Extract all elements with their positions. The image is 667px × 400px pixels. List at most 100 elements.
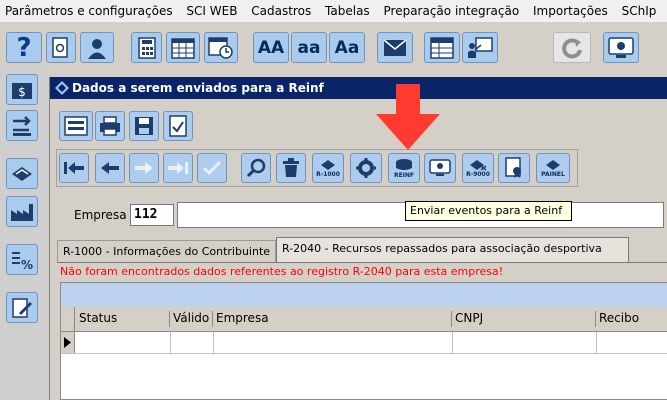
col-empresa[interactable]: Empresa bbox=[213, 311, 452, 327]
print-button[interactable] bbox=[95, 111, 125, 141]
first-arrow-icon bbox=[64, 162, 84, 174]
calculator-button[interactable] bbox=[131, 32, 162, 63]
edit-note-icon bbox=[12, 297, 32, 318]
refresh-icon bbox=[562, 37, 582, 58]
font-lowercase-button[interactable]: aa bbox=[291, 32, 327, 63]
menu-preparacao[interactable]: Preparação integração bbox=[379, 0, 525, 22]
reinf-window: Dados a serem enviados para a Reinf R-10… bbox=[49, 77, 667, 400]
spreadsheet-icon bbox=[430, 36, 454, 59]
side-sort-button[interactable] bbox=[6, 110, 38, 141]
spreadsheet-button[interactable] bbox=[424, 32, 460, 63]
left-arrow-icon bbox=[101, 162, 119, 174]
tab-r2040-label: R-2040 - Recursos repassados para associ… bbox=[282, 242, 602, 255]
money-folder-icon: $ bbox=[12, 82, 32, 99]
checkmark-icon bbox=[202, 160, 222, 176]
font-uppercase-button[interactable]: AA bbox=[253, 32, 289, 63]
user-settings-button[interactable] bbox=[80, 32, 114, 63]
r9000-button[interactable]: R-9000 bbox=[462, 153, 494, 183]
reinf-logo-icon bbox=[12, 166, 32, 181]
first-record-button[interactable] bbox=[59, 153, 89, 183]
error-message: Não foram encontrados dados referentes a… bbox=[60, 265, 504, 278]
printer-icon bbox=[100, 116, 120, 136]
calendar-clock-icon bbox=[208, 36, 233, 59]
tab-r1000[interactable]: R-1000 - Informações do Contribuinte bbox=[57, 240, 276, 262]
row-indicator bbox=[61, 332, 75, 353]
settings-button[interactable] bbox=[350, 153, 382, 183]
r1000-label: R-1000 bbox=[316, 170, 340, 178]
search-button[interactable] bbox=[241, 153, 271, 183]
font-titlecase-label: Aa bbox=[334, 37, 360, 58]
menu-cadastros[interactable]: Cadastros bbox=[246, 0, 316, 22]
monitor-icon bbox=[429, 159, 451, 176]
svg-text:$: $ bbox=[18, 85, 26, 99]
certificate-icon bbox=[505, 157, 521, 178]
menu-parametros[interactable]: Parâmetros e configurações bbox=[0, 0, 178, 22]
confirm-button[interactable] bbox=[197, 153, 227, 183]
r1000-button[interactable]: R-1000 bbox=[312, 153, 344, 183]
floppy-icon bbox=[135, 117, 153, 135]
refresh-button[interactable] bbox=[553, 32, 591, 63]
envelope-icon bbox=[383, 38, 407, 56]
window-icon bbox=[55, 81, 69, 95]
grid-group-band bbox=[61, 283, 667, 307]
calendar-button[interactable] bbox=[166, 32, 200, 63]
side-percent-button[interactable]: % bbox=[6, 244, 38, 275]
annotation-arrow-icon bbox=[376, 84, 440, 150]
checklist-button[interactable] bbox=[163, 111, 193, 141]
tab-divider bbox=[57, 262, 667, 263]
window-titlebar: Dados a serem enviados para a Reinf bbox=[50, 77, 667, 99]
company-code-field[interactable]: 112 bbox=[130, 204, 174, 226]
magnifier-icon bbox=[246, 158, 266, 178]
side-reinf-button[interactable] bbox=[6, 158, 38, 189]
menu-importacoes[interactable]: Importações bbox=[528, 0, 613, 22]
presentation-icon bbox=[468, 36, 493, 58]
last-record-button[interactable] bbox=[163, 153, 193, 183]
row-pointer-icon bbox=[64, 337, 71, 348]
table-row[interactable] bbox=[61, 332, 667, 354]
percent-list-icon: % bbox=[12, 251, 33, 271]
screen-button[interactable] bbox=[603, 32, 639, 63]
side-factory-button[interactable] bbox=[6, 196, 38, 227]
tab-r2040[interactable]: R-2040 - Recursos repassados para associ… bbox=[276, 237, 629, 262]
col-recibo[interactable]: Recibo bbox=[596, 311, 667, 327]
menu-sci-web[interactable]: SCI WEB bbox=[181, 0, 242, 22]
send-reinf-button[interactable]: REINF bbox=[388, 153, 420, 183]
next-record-button[interactable] bbox=[129, 153, 159, 183]
reinf-logo-icon bbox=[546, 159, 560, 170]
factory-icon bbox=[11, 203, 33, 221]
mail-button[interactable] bbox=[377, 32, 413, 63]
certificate-button[interactable] bbox=[498, 153, 530, 183]
main-toolbar: ? AA aa Aa bbox=[0, 22, 667, 66]
calendar-clock-button[interactable] bbox=[204, 32, 238, 63]
grid-header: Status Válido Empresa CNPJ Recibo bbox=[61, 307, 667, 332]
monitor-button[interactable] bbox=[424, 153, 456, 183]
reinf-logo-icon bbox=[321, 159, 335, 170]
side-edit-button[interactable] bbox=[6, 292, 38, 323]
empresa-label: Empresa bbox=[74, 208, 127, 222]
svg-text:%: % bbox=[21, 258, 33, 271]
right-arrow-icon bbox=[135, 162, 153, 174]
document-search-button[interactable] bbox=[46, 32, 76, 63]
form-button[interactable] bbox=[59, 111, 93, 141]
col-valido[interactable]: Válido bbox=[170, 311, 213, 327]
font-lowercase-label: aa bbox=[297, 37, 321, 58]
calculator-icon bbox=[137, 36, 156, 59]
transfer-icon bbox=[13, 115, 31, 136]
previous-record-button[interactable] bbox=[95, 153, 125, 183]
font-titlecase-button[interactable]: Aa bbox=[329, 32, 365, 63]
question-icon: ? bbox=[16, 32, 32, 63]
trash-icon bbox=[283, 158, 299, 177]
save-button[interactable] bbox=[129, 111, 159, 141]
tab-r1000-label: R-1000 - Informações do Contribuinte bbox=[63, 245, 271, 258]
menu-tabelas[interactable]: Tabelas bbox=[320, 0, 375, 22]
reinf-label: REINF bbox=[393, 171, 415, 179]
col-status[interactable]: Status bbox=[75, 311, 170, 327]
col-cnpj[interactable]: CNPJ bbox=[452, 311, 596, 327]
side-dollar-button[interactable]: $ bbox=[6, 74, 38, 105]
presentation-button[interactable] bbox=[462, 32, 498, 63]
gear-icon bbox=[356, 158, 376, 178]
help-button[interactable]: ? bbox=[6, 32, 42, 63]
painel-button[interactable]: PAINEL bbox=[536, 153, 570, 183]
delete-button[interactable] bbox=[276, 153, 306, 183]
menu-schip[interactable]: SChIp bbox=[617, 0, 662, 22]
